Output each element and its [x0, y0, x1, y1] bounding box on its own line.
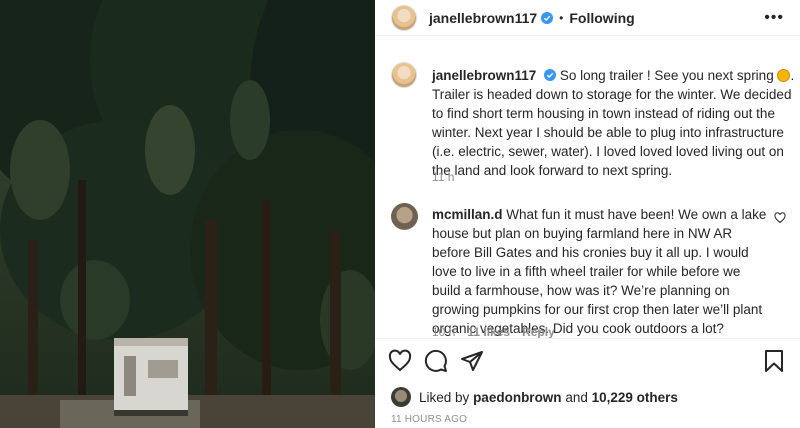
trailer-shape	[114, 338, 188, 416]
liker-avatar[interactable]	[391, 387, 411, 407]
post-header: janellebrown117 • Following •••	[375, 0, 800, 36]
comment-reply-button[interactable]: Reply	[522, 325, 555, 339]
likes-prefix: Liked by	[419, 389, 470, 405]
caption-text-part2: . Trailer is headed down to storage for …	[432, 68, 795, 178]
verified-badge-icon	[541, 11, 554, 24]
comment-likes-count[interactable]: 11 likes	[467, 325, 510, 339]
grinning-face-emoji-icon	[777, 69, 791, 82]
comment-bubble-icon[interactable]	[424, 349, 448, 373]
comment-text: mcmillan.d What fun it must have been! W…	[432, 205, 767, 338]
post-actions-section: Liked by paedonbrown and 10,229 others 1…	[375, 338, 800, 428]
likes-others-count[interactable]: 10,229 others	[592, 390, 678, 405]
post-detail-panel: janellebrown117 • Following ••• janelleb…	[375, 0, 800, 428]
comment-timestamp[interactable]: 10 h	[432, 325, 455, 339]
header-separator: •	[559, 10, 564, 25]
action-bar	[388, 349, 484, 373]
caption-text: janellebrown117 So long trailer ! See yo…	[432, 66, 800, 180]
save-bookmark-button[interactable]	[762, 349, 786, 373]
post-timestamp[interactable]: 11 HOURS AGO	[391, 414, 467, 425]
share-paper-plane-icon[interactable]	[460, 349, 484, 373]
comment-meta: 10 h 11 likes Reply	[432, 325, 555, 339]
commenter-avatar[interactable]	[391, 203, 418, 230]
post-photo[interactable]	[0, 0, 375, 428]
commenter-username[interactable]: mcmillan.d	[432, 207, 503, 222]
verified-badge-icon	[544, 69, 557, 81]
author-username[interactable]: janellebrown117	[429, 10, 537, 26]
author-avatar[interactable]	[391, 4, 417, 31]
bookmark-icon	[765, 350, 783, 372]
caption-timestamp[interactable]: 11 h	[432, 170, 454, 184]
liker-username[interactable]: paedonbrown	[473, 390, 562, 405]
comment-like-heart-icon[interactable]	[774, 212, 786, 224]
likes-summary: Liked by paedonbrown and 10,229 others	[391, 387, 678, 407]
following-button[interactable]: Following	[569, 10, 634, 26]
like-heart-icon[interactable]	[388, 349, 412, 373]
comment-body: What fun it must have been! We own a lak…	[432, 207, 767, 336]
forest-scene	[0, 0, 375, 428]
likes-conjunction: and	[565, 389, 588, 405]
more-horizontal-icon[interactable]: •••	[764, 9, 784, 27]
caption-text-part1: So long trailer ! See you next spring	[559, 68, 774, 83]
caption-username[interactable]: janellebrown117	[432, 68, 536, 83]
caption-author-avatar[interactable]	[391, 62, 417, 88]
